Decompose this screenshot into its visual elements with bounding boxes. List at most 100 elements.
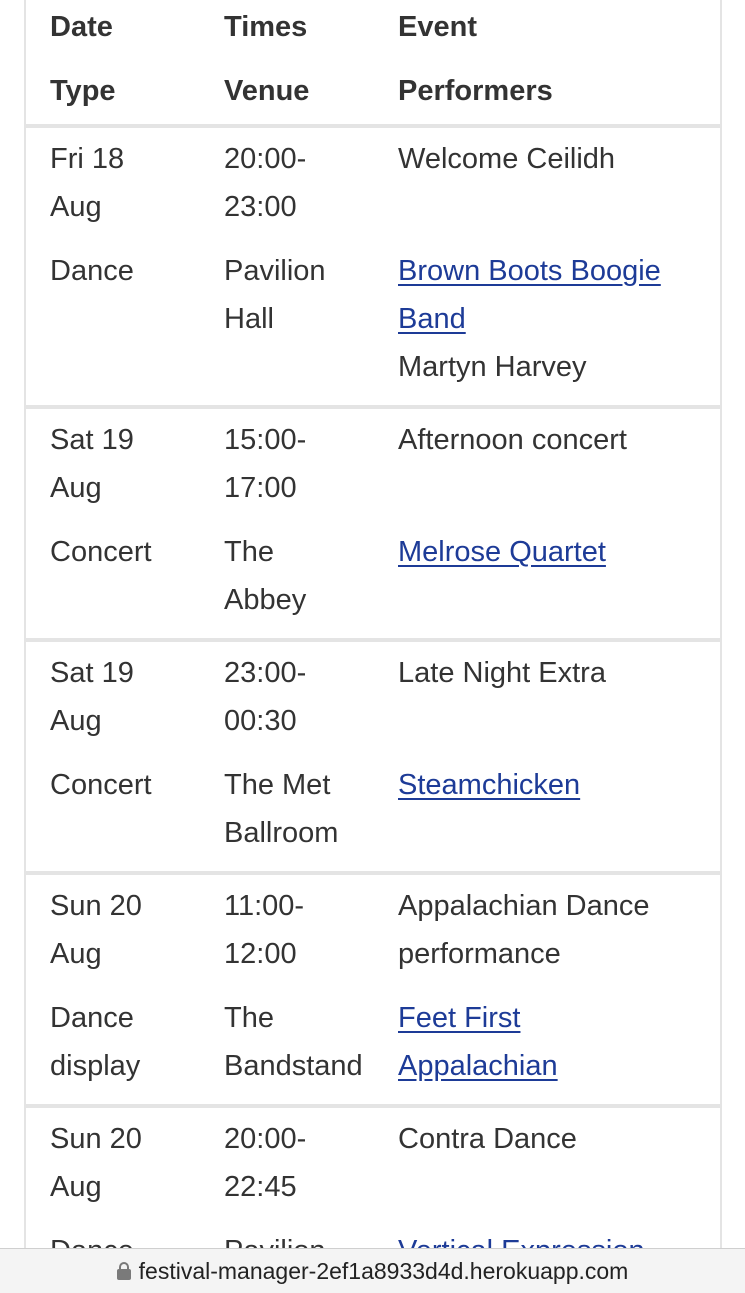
cell-type-line: display bbox=[50, 1050, 141, 1082]
cell-times-line: 23:00 bbox=[224, 191, 297, 223]
header-event: Event bbox=[398, 11, 477, 43]
cell-venue-line: The Met bbox=[224, 769, 331, 801]
performer-link[interactable]: Melrose Quartet bbox=[398, 536, 606, 568]
cell-venue-line: Abbey bbox=[224, 584, 307, 616]
performer-link-line[interactable]: Melrose Quartet bbox=[398, 536, 606, 568]
header-times: Times bbox=[224, 11, 308, 43]
cell-type: Dance bbox=[50, 1227, 216, 1248]
cell-event-line: Late Night Extra bbox=[398, 657, 606, 689]
cell-event-line: Welcome Ceilidh bbox=[398, 143, 616, 175]
cell-venue-line: Hall bbox=[224, 303, 274, 335]
cell-times-line: 11:00- bbox=[224, 890, 305, 922]
cell-event: Appalachian Dance performance bbox=[398, 882, 708, 978]
cell-venue-line: The bbox=[224, 536, 274, 568]
cell-date-line: Fri 18 bbox=[50, 143, 125, 175]
cell-date-line: Aug bbox=[50, 472, 102, 504]
header-type: Type bbox=[50, 75, 116, 107]
cell-event-line: performance bbox=[398, 938, 561, 970]
performer-link-line[interactable]: Brown Boots Boogie bbox=[398, 255, 661, 287]
cell-performers: Steamchicken bbox=[398, 761, 708, 809]
cell-venue: Pavilion bbox=[224, 1227, 394, 1248]
cell-times: 11:00- 12:00 bbox=[224, 882, 394, 978]
cell-date: Fri 18 Aug bbox=[50, 135, 216, 231]
performer-link[interactable]: Steamchicken bbox=[398, 769, 580, 801]
table-row: Sun 20 Aug 20:00- 22:45 Contra Dance Dance Pav… bbox=[26, 1108, 720, 1248]
table-header: Date Times Event Type Venue Performers bbox=[26, 0, 720, 128]
cell-venue-line: Pavilion bbox=[224, 255, 326, 287]
cell-venue-line: Ballroom bbox=[224, 817, 339, 849]
lock-icon bbox=[116, 1262, 131, 1280]
cell-venue: The Met Ballroom bbox=[224, 761, 394, 857]
table-row: Sun 20 Aug 11:00- 12:00 Appalachian Dance per… bbox=[26, 875, 720, 1104]
performer-link-line[interactable]: Vertical Expression bbox=[398, 1235, 645, 1248]
cell-event-line: Contra Dance bbox=[398, 1123, 577, 1155]
cell-event-line: Appalachian Dance bbox=[398, 890, 650, 922]
cell-date: Sat 19 Aug bbox=[50, 416, 216, 512]
cell-date-line: Sun 20 bbox=[50, 890, 142, 922]
cell-type-line: Concert bbox=[50, 769, 152, 801]
cell-date: Sun 20 Aug bbox=[50, 882, 216, 978]
url-text[interactable]: festival-manager-2ef1a8933d4d.herokuapp.… bbox=[139, 1258, 629, 1285]
performer-link-line[interactable]: Appalachian bbox=[398, 1050, 558, 1082]
cell-date-line: Aug bbox=[50, 191, 102, 223]
cell-times-line: 17:00 bbox=[224, 472, 297, 504]
events-table: Date Times Event Type Venue Performers F… bbox=[24, 0, 722, 1248]
cell-date-line: Sat 19 bbox=[50, 424, 134, 456]
cell-type: Concert bbox=[50, 528, 216, 576]
cell-times: 15:00- 17:00 bbox=[224, 416, 394, 512]
cell-performers: Feet First Appalachian bbox=[398, 994, 708, 1090]
cell-type-line: Dance bbox=[50, 255, 134, 287]
cell-type-line: Dance bbox=[50, 1227, 216, 1248]
cell-times-line: 12:00 bbox=[224, 938, 297, 970]
cell-performers: Vertical Expression bbox=[398, 1227, 708, 1248]
cell-times-line: 00:30 bbox=[224, 705, 297, 737]
cell-event-line: Afternoon concert bbox=[398, 424, 627, 456]
table-row: Sat 19 Aug 23:00- 00:30 Late Night Extra Conc… bbox=[26, 642, 720, 871]
cell-venue-line: Bandstand bbox=[224, 1050, 363, 1082]
cell-times-line: 15:00- bbox=[224, 424, 307, 456]
performer-link[interactable]: Feet First Appalachian bbox=[398, 1002, 558, 1082]
cell-venue: The Bandstand bbox=[224, 994, 394, 1090]
header-performers: Performers bbox=[398, 75, 553, 107]
cell-event: Contra Dance bbox=[398, 1115, 708, 1163]
cell-times: 20:00- 23:00 bbox=[224, 135, 394, 231]
cell-venue: Pavilion Hall bbox=[224, 247, 394, 343]
cell-event: Afternoon concert bbox=[398, 416, 708, 464]
cell-type: Dance display bbox=[50, 994, 216, 1090]
performer-name: Martyn Harvey bbox=[398, 351, 587, 383]
cell-event: Late Night Extra bbox=[398, 649, 708, 697]
cell-date-line: Aug bbox=[50, 938, 102, 970]
cell-event: Welcome Ceilidh bbox=[398, 135, 708, 183]
performer-link-line[interactable]: Band bbox=[398, 303, 466, 335]
header-venue: Venue bbox=[224, 75, 310, 107]
performer-link-line[interactable]: Feet First bbox=[398, 1002, 520, 1034]
cell-type: Concert bbox=[50, 761, 216, 809]
cell-times-line: 20:00- bbox=[224, 1123, 307, 1155]
cell-date: Sun 20 Aug bbox=[50, 1115, 216, 1211]
cell-times-line: 20:00- bbox=[224, 143, 307, 175]
table-row: Fri 18 Aug 20:00- 23:00 Welcome Ceilidh Dance… bbox=[26, 128, 720, 405]
performer-link[interactable]: Brown Boots Boogie Band bbox=[398, 255, 661, 335]
cell-performers: Melrose Quartet bbox=[398, 528, 708, 576]
cell-venue-line: The bbox=[224, 1002, 274, 1034]
cell-date-line: Aug bbox=[50, 705, 102, 737]
performer-link-line[interactable]: Steamchicken bbox=[398, 769, 580, 801]
cell-times-line: 22:45 bbox=[224, 1171, 297, 1203]
performer-link[interactable]: Vertical Expression bbox=[398, 1235, 645, 1248]
cell-date-line: Sun 20 bbox=[50, 1123, 142, 1155]
cell-date: Sat 19 Aug bbox=[50, 649, 216, 745]
table-row: Sat 19 Aug 15:00- 17:00 Afternoon concert Con… bbox=[26, 409, 720, 638]
cell-times-line: 23:00- bbox=[224, 657, 307, 689]
browser-url-bar[interactable]: festival-manager-2ef1a8933d4d.herokuapp.… bbox=[0, 1248, 745, 1293]
cell-venue: The Abbey bbox=[224, 528, 394, 624]
cell-type-line: Dance bbox=[50, 1002, 134, 1034]
cell-venue-line: Pavilion bbox=[224, 1227, 394, 1248]
cell-times: 23:00- 00:30 bbox=[224, 649, 394, 745]
cell-times: 20:00- 22:45 bbox=[224, 1115, 394, 1211]
cell-date-line: Sat 19 bbox=[50, 657, 134, 689]
cell-performers: Brown Boots Boogie Band Martyn Harvey bbox=[398, 247, 708, 391]
header-date: Date bbox=[50, 11, 113, 43]
cell-date-line: Aug bbox=[50, 1171, 102, 1203]
cell-type: Dance bbox=[50, 247, 216, 295]
cell-type-line: Concert bbox=[50, 536, 152, 568]
